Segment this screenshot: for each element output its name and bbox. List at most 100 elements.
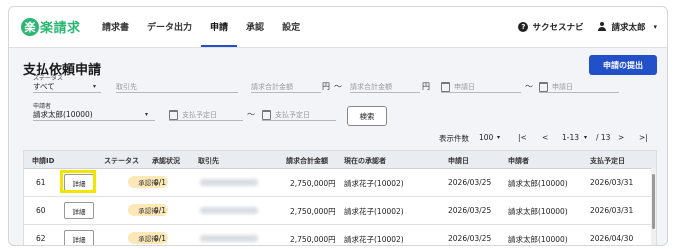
nav-item-settings[interactable]: 設定: [273, 7, 309, 45]
nav-item-approvals[interactable]: 承認: [237, 7, 273, 45]
nav-item-data-export[interactable]: データ出力: [138, 7, 201, 45]
cell-id: 60: [36, 206, 46, 215]
payment-date-from-underline: [169, 120, 243, 121]
logo-text: 楽請求: [40, 21, 81, 36]
apply-date-from-input[interactable]: 申請日: [441, 82, 475, 92]
cell-id: 62: [36, 234, 46, 243]
cell-approval: 0/1: [154, 234, 167, 243]
blurred-supplier: [200, 179, 258, 186]
cell-amount: 2,750,000円: [290, 235, 336, 244]
payment-date-from-input[interactable]: 支払予定日: [169, 110, 217, 120]
cell-amount: 2,750,000円: [290, 207, 336, 216]
calendar-icon: [539, 82, 548, 92]
applicant-filter[interactable]: 請求太郎(10000): [33, 109, 93, 120]
detail-button[interactable]: 詳細: [64, 230, 94, 245]
search-button[interactable]: 検索: [347, 106, 387, 126]
amount-max-underline: [350, 92, 420, 93]
page-size-select[interactable]: 100: [479, 133, 493, 142]
cell-applied: 2026/03/25: [448, 206, 492, 215]
apply-date-from-underline: [441, 92, 521, 93]
app-logo[interactable]: 楽 楽請求: [21, 17, 81, 36]
cell-approver: 請求花子(10002): [344, 179, 404, 188]
submit-application-button[interactable]: 申請の提出: [589, 55, 657, 75]
applicant-filter-underline: [33, 120, 155, 121]
payment-date-to-underline: [262, 120, 336, 121]
cell-due: 2026/04/30: [590, 234, 634, 243]
yen-unit-max: 円: [422, 82, 430, 91]
column-header-approver[interactable]: 現在の承認者: [344, 156, 386, 166]
yen-unit-min: 円: [322, 82, 330, 91]
logo-mark: 楽: [21, 17, 39, 36]
detail-button[interactable]: 詳細: [64, 202, 94, 219]
chevron-down-icon[interactable]: ▾: [93, 83, 96, 90]
cell-applicant: 請求太郎(10000): [508, 207, 568, 216]
cell-applicant: 請求太郎(10000): [508, 235, 568, 244]
prev-page-button[interactable]: <: [542, 133, 548, 142]
calendar-icon: [441, 82, 450, 92]
range-separator: 〜: [334, 82, 342, 91]
nav-item-applications[interactable]: 申請: [201, 7, 238, 47]
calendar-icon: [169, 110, 178, 120]
payment-date-to-input[interactable]: 支払予定日: [262, 110, 310, 120]
user-menu[interactable]: 請求太郎: [611, 21, 645, 33]
cell-applied: 2026/03/25: [448, 178, 492, 187]
table-row[interactable]: 61 詳細 承認待 0/1 2,750,000円 請求花子(10002) 202…: [24, 169, 656, 197]
column-header-supplier[interactable]: 取引先: [198, 156, 219, 166]
cell-due: 2026/03/31: [590, 178, 634, 187]
table-row[interactable]: 62 詳細 承認待 0/1 2,750,000円 請求花子(10002) 202…: [24, 225, 656, 245]
amount-min-input[interactable]: 請求合計金額: [251, 82, 293, 92]
help-icon[interactable]: ?: [518, 22, 529, 32]
top-navbar: 楽 楽請求 請求書 データ出力 申請 承認 設定 ? サクセスナビ 請求太郎 ▾: [9, 7, 667, 48]
cell-approval: 0/1: [154, 178, 167, 187]
supplier-filter-underline: [116, 92, 238, 93]
table-header: 申請ID ステータス 承認状況 取引先 請求合計金額 現在の承認者 申請日 申請…: [24, 151, 656, 169]
app-window: 楽 楽請求 請求書 データ出力 申請 承認 設定 ? サクセスナビ 請求太郎 ▾…: [8, 6, 668, 246]
column-header-approval[interactable]: 承認状況: [152, 156, 180, 166]
page-size-label: 表示件数: [439, 134, 469, 143]
apply-date-to-input[interactable]: 申請日: [539, 82, 573, 92]
cell-approval: 0/1: [154, 206, 167, 215]
user-icon: [597, 22, 607, 32]
success-navi-link[interactable]: サクセスナビ: [532, 21, 583, 33]
status-filter[interactable]: すべて: [33, 81, 55, 92]
chevron-down-icon[interactable]: ▾: [584, 134, 587, 141]
cell-applicant: 請求太郎(10000): [508, 179, 568, 188]
first-page-button[interactable]: |<: [518, 133, 527, 142]
range-separator: 〜: [525, 82, 533, 91]
cell-due: 2026/03/31: [590, 206, 634, 215]
next-page-button[interactable]: >: [618, 133, 624, 142]
column-header-status[interactable]: ステータス: [104, 156, 139, 166]
range-separator: 〜: [247, 110, 255, 119]
column-header-applicant[interactable]: 申請者: [508, 156, 529, 166]
cell-approver: 請求花子(10002): [344, 207, 404, 216]
amount-max-input[interactable]: 請求合計金額: [350, 82, 392, 92]
status-filter-underline: [33, 92, 101, 93]
cell-amount: 2,750,000円: [290, 179, 336, 188]
main-nav: 請求書 データ出力 申請 承認 設定: [93, 7, 309, 47]
chevron-down-icon[interactable]: ▾: [653, 23, 657, 31]
page-range-select[interactable]: 1-13: [562, 133, 579, 142]
scrollbar-thumb[interactable]: [652, 174, 655, 229]
chevron-down-icon[interactable]: ▾: [145, 111, 148, 118]
last-page-button[interactable]: >|: [639, 133, 648, 142]
top-right-menu: ? サクセスナビ 請求太郎 ▾: [518, 7, 657, 47]
chevron-down-icon[interactable]: ▾: [497, 134, 500, 141]
calendar-icon: [262, 110, 271, 120]
cell-id: 61: [36, 178, 46, 187]
table-scrollbar[interactable]: [651, 168, 656, 245]
applications-table: 申請ID ステータス 承認状況 取引先 請求合計金額 現在の承認者 申請日 申請…: [23, 150, 657, 245]
supplier-filter[interactable]: 取引先: [116, 82, 137, 92]
nav-item-invoices[interactable]: 請求書: [93, 7, 138, 45]
blurred-supplier: [200, 235, 258, 242]
amount-min-underline: [251, 92, 321, 93]
highlight-box: [60, 170, 96, 193]
column-header-applied[interactable]: 申請日: [448, 156, 469, 166]
blurred-supplier: [200, 207, 258, 214]
table-row[interactable]: 60 詳細 承認待 0/1 2,750,000円 請求花子(10002) 202…: [24, 197, 656, 225]
column-header-id[interactable]: 申請ID: [32, 156, 54, 166]
cell-applied: 2026/03/25: [448, 234, 492, 243]
cell-approver: 請求花子(10002): [344, 235, 404, 244]
total-pages: / 13: [596, 133, 611, 142]
column-header-due[interactable]: 支払予定日: [590, 156, 625, 166]
column-header-amount[interactable]: 請求合計金額: [286, 156, 328, 166]
